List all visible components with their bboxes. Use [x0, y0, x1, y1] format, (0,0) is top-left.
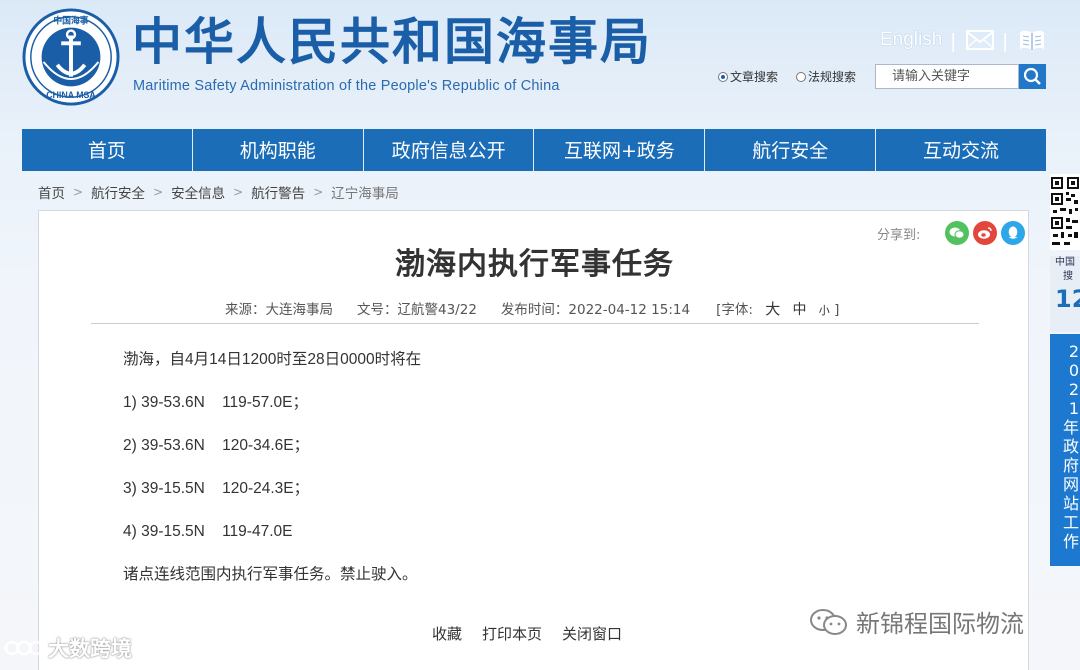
nav-item-internet-gov[interactable]: 互联网+政务 [534, 129, 706, 171]
side-banner-char: 2 [1068, 342, 1079, 361]
font-size-close: ] [834, 302, 840, 318]
nav-item-nav-safety[interactable]: 航行安全 [705, 129, 877, 171]
mail-icon[interactable] [966, 29, 994, 51]
article-paragraph: 诸点连线范围内执行军事任务。禁止驶入。 [123, 566, 418, 583]
nav-item-interaction[interactable]: 互动交流 [876, 129, 1046, 171]
watermark-left: 大数跨境 [4, 633, 132, 663]
site-header: 中国海事 CHINA MSA 中华人民共和国海事局 Maritime Safet… [0, 0, 1080, 128]
breadcrumb-nav-safety[interactable]: 航行安全 [91, 182, 145, 202]
side-banner-char: 年 [1062, 418, 1079, 437]
article-body: 渤海，自4月14日1200时至28日0000时将在 1) 39-53.6N 11… [123, 349, 923, 607]
article-title: 渤海内执行军事任务 [395, 247, 674, 282]
english-link[interactable]: English [880, 29, 942, 51]
breadcrumb-home[interactable]: 首页 [38, 182, 65, 202]
side-banner-search[interactable]: 中国 搜 12 [1050, 256, 1080, 332]
font-size-medium[interactable]: 中 [793, 302, 807, 318]
article-paragraph: 渤海，自4月14日1200时至28日0000时将在 [123, 351, 422, 368]
nav-item-gov-info[interactable]: 政府信息公开 [364, 129, 535, 171]
search-icon [1023, 67, 1041, 85]
search-option-article[interactable]: 文章搜索 [718, 68, 778, 85]
print-link[interactable]: 打印本页 [482, 623, 542, 644]
watermark-right: 新锦程国际物流 [808, 604, 1024, 639]
article-paragraph: 4) 39-15.5N 119-47.0E [123, 523, 293, 540]
favorite-link[interactable]: 收藏 [432, 623, 462, 644]
article-publish-time: 发布时间：2022-04-12 15:14 [500, 302, 691, 318]
watermark-right-text: 新锦程国际物流 [856, 610, 1024, 638]
font-size-control: [字体: 大 中 小 ] [716, 298, 839, 319]
breadcrumb-liaoning-msa[interactable]: 辽宁海事局 [331, 182, 399, 202]
header-separator: | [1002, 30, 1009, 52]
radio-unchecked-icon[interactable] [796, 71, 806, 82]
close-window-link[interactable]: 关闭窗口 [562, 623, 622, 644]
article-paragraph: 2) 39-53.6N 120-34.6E； [123, 437, 310, 454]
article-actions: 收藏 打印本页 关闭窗口 [432, 623, 622, 644]
font-size-small[interactable]: 小 [819, 304, 830, 317]
side-banner-char: 工 [1062, 513, 1079, 532]
article-paragraph: 3) 39-15.5N 120-24.3E； [123, 480, 310, 497]
book-icon[interactable] [1018, 28, 1046, 52]
search-option-regulation[interactable]: 法规搜索 [796, 68, 856, 85]
watermark-left-text: 大数跨境 [48, 637, 132, 661]
side-banner-char: 1 [1068, 399, 1079, 418]
breadcrumb-separator: > [233, 185, 244, 199]
side-banner-char: 0 [1068, 361, 1079, 380]
article-card: 分享到: 渤海内执行军事任务 来源：大连海事局 文号：辽航警43/22 发布时间… [38, 210, 1029, 670]
side-banner-char: 站 [1062, 494, 1079, 513]
search-input[interactable] [875, 64, 1019, 89]
china-msa-emblem-icon[interactable]: 中国海事 CHINA MSA [22, 8, 120, 106]
font-size-label: [字体: [716, 302, 753, 318]
site-title: 中华人民共和国海事局 [132, 13, 652, 71]
nav-item-home[interactable]: 首页 [22, 129, 193, 171]
article-meta: 来源：大连海事局 文号：辽航警43/22 发布时间：2022-04-12 15:… [225, 298, 839, 319]
header-separator: | [950, 30, 957, 52]
breadcrumb-nav-warnings[interactable]: 航行警告 [251, 182, 305, 202]
article-source: 来源：大连海事局 [225, 302, 333, 318]
qr-code-icon[interactable] [1050, 174, 1080, 250]
search-button[interactable] [1019, 64, 1046, 89]
side-banner-small-text: 搜 [1063, 271, 1073, 282]
breadcrumb-safety-info[interactable]: 安全信息 [171, 182, 225, 202]
article-doc-number: 文号：辽航警43/22 [357, 302, 477, 318]
svg-text:中国海事: 中国海事 [53, 15, 88, 27]
side-banner-report[interactable]: 2 0 2 1 年 政 府 网 站 工 作 [1050, 334, 1080, 566]
side-banner-char: 网 [1062, 475, 1079, 494]
title-divider [91, 323, 979, 324]
breadcrumb: 首页 > 航行安全 > 安全信息 > 航行警告 > 辽宁海事局 [38, 182, 399, 202]
watermark-logo-icon [4, 640, 44, 656]
radio-checked-icon[interactable] [718, 71, 728, 82]
font-size-large[interactable]: 大 [765, 300, 780, 318]
main-nav: 首页 机构职能 政府信息公开 互联网+政务 航行安全 互动交流 [22, 129, 1046, 171]
svg-text:CHINA MSA: CHINA MSA [46, 90, 96, 100]
side-banner-char: 政 [1062, 437, 1079, 456]
side-banner-number: 12 [1055, 285, 1080, 313]
breadcrumb-separator: > [313, 185, 324, 199]
side-banner-char: 2 [1068, 380, 1079, 399]
breadcrumb-separator: > [73, 185, 84, 199]
side-banner-char: 作 [1062, 532, 1079, 551]
side-banner-small-text: 中国 [1055, 257, 1075, 268]
site-subtitle: Maritime Safety Administration of the Pe… [133, 78, 560, 94]
breadcrumb-separator: > [153, 185, 164, 199]
wechat-official-icon [810, 608, 847, 635]
nav-item-functions[interactable]: 机构职能 [193, 129, 364, 171]
article-paragraph: 1) 39-53.6N 119-57.0E； [123, 394, 308, 411]
side-banner-char: 府 [1062, 456, 1079, 475]
